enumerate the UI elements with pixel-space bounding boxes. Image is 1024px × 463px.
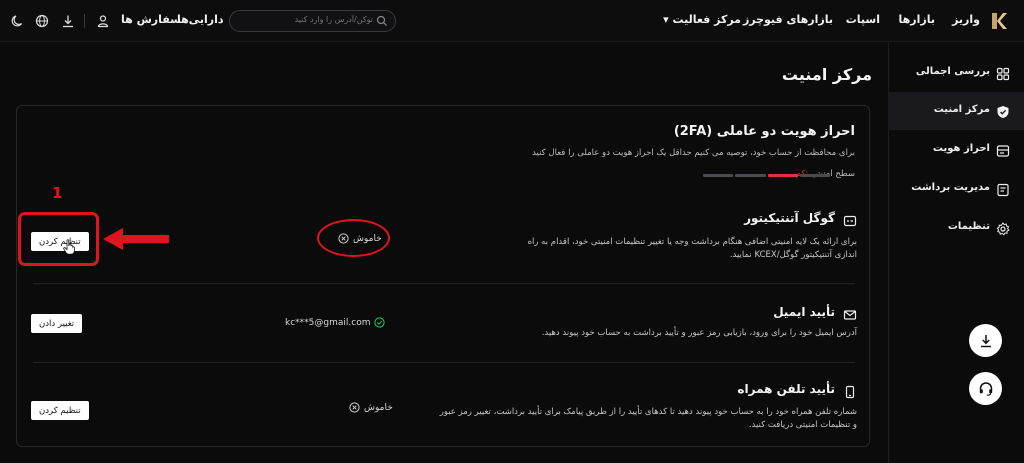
nav-deposit[interactable]: واریز xyxy=(952,13,980,26)
level-segment xyxy=(735,174,766,177)
row-divider xyxy=(33,283,855,284)
headset-icon xyxy=(979,381,992,396)
status-text: خاموش xyxy=(364,402,393,413)
sidebar-item-security[interactable]: مرکز امنیت xyxy=(888,92,1024,130)
nav-orders[interactable]: سفارش ها xyxy=(121,13,181,26)
row-description: برای ارائه یک لایه امنیتی اضافی هنگام بر… xyxy=(527,237,857,260)
support-chat-button[interactable] xyxy=(969,372,1002,405)
sidebar-item-label: احراز هویت xyxy=(932,143,990,154)
annotation-highlight-box xyxy=(18,212,99,266)
download-icon[interactable] xyxy=(61,13,75,28)
level-segment xyxy=(799,174,830,177)
sidebar-item-label: مدیریت برداشت xyxy=(911,182,990,193)
search-icon xyxy=(376,15,387,26)
nav-futures[interactable]: بازارهای فیوچرز xyxy=(743,13,833,26)
user-icon[interactable] xyxy=(96,13,110,28)
top-navbar: واریز بازارها اسپات بازارهای فیوچرز مرکز… xyxy=(0,0,1024,42)
moon-icon[interactable] xyxy=(11,13,25,27)
phone-icon xyxy=(843,384,857,399)
sidebar-item-withdraw[interactable]: مدیریت برداشت xyxy=(888,170,1024,208)
row-phone-verification: تأیید تلفن همراه شماره تلفن همراه خود را… xyxy=(31,382,857,437)
hand-cursor-icon xyxy=(63,239,75,255)
kcex-logo[interactable] xyxy=(988,10,1010,32)
sidebar-item-overview[interactable]: بررسی اجمالی xyxy=(888,54,1024,92)
annotation-arrow-icon xyxy=(103,228,169,250)
row-title: تأیید تلفن همراه xyxy=(737,382,835,396)
row-title: گوگل آتنتیکیتور xyxy=(744,211,835,225)
level-segment xyxy=(703,174,734,177)
status-off: خاموش xyxy=(349,402,393,413)
status-text: kc***5@gmail.com xyxy=(285,317,371,328)
annotation-highlight-oval xyxy=(317,219,390,257)
level-segment xyxy=(767,174,798,177)
search-placeholder: توکن/آدرس را وارد کنید xyxy=(294,15,373,24)
download-icon xyxy=(980,334,991,347)
row-divider xyxy=(33,362,855,363)
globe-icon[interactable] xyxy=(35,13,49,28)
search-box[interactable]: توکن/آدرس را وارد کنید xyxy=(229,10,396,32)
page-title: مرکز امنیت xyxy=(781,65,872,84)
row-title: تأیید ایمیل xyxy=(773,305,835,319)
security-level-bar xyxy=(703,174,830,177)
sidebar-item-label: تنظیمات xyxy=(947,221,990,232)
gear-icon xyxy=(996,221,1010,236)
off-circle-icon xyxy=(349,402,360,413)
shield-icon xyxy=(996,104,1010,118)
twofa-title: احراز هویت دو عاملی (2FA) xyxy=(673,124,855,139)
nav-spot[interactable]: اسپات xyxy=(846,13,880,26)
sidebar-item-identity[interactable]: احراز هویت xyxy=(888,131,1024,169)
twofa-subtitle: برای محافظت از حساب خود، توصیه می کنیم ح… xyxy=(532,148,855,158)
download-app-button[interactable] xyxy=(969,324,1002,357)
withdraw-icon xyxy=(996,182,1010,197)
nav-divider xyxy=(84,14,85,28)
authenticator-icon xyxy=(843,213,857,227)
sidebar: بررسی اجمالی مرکز امنیت احراز هویت مدیری… xyxy=(888,43,1024,463)
change-email-button[interactable]: تغییر دادن xyxy=(31,314,83,333)
sidebar-item-settings[interactable]: تنظیمات xyxy=(888,209,1024,247)
grid-icon xyxy=(996,66,1010,81)
setup-phone-button[interactable]: تنظیم کردن xyxy=(31,401,89,420)
annotation-number: 1 xyxy=(52,184,63,202)
row-email-verification: تأیید ایمیل آدرس ایمیل خود را برای ورود،… xyxy=(31,305,857,355)
sidebar-item-label: بررسی اجمالی xyxy=(915,66,990,77)
nav-assets[interactable]: دارایی‌ها xyxy=(177,13,224,26)
id-card-icon xyxy=(996,143,1010,157)
row-description: آدرس ایمیل خود را برای ورود، بازیابی رمز… xyxy=(541,328,857,338)
check-circle-icon xyxy=(374,317,386,328)
sidebar-item-label: مرکز امنیت xyxy=(933,104,990,115)
row-description: شماره تلفن همراه خود را به حساب خود پیون… xyxy=(439,407,857,430)
mail-icon xyxy=(843,307,857,321)
two-factor-card: احراز هویت دو عاملی (2FA) برای محافظت از… xyxy=(16,105,870,447)
status-email: kc***5@gmail.com xyxy=(285,317,386,328)
nav-activity-center[interactable]: مرکز فعالیت ▾ xyxy=(663,13,741,26)
nav-markets[interactable]: بازارها xyxy=(899,13,935,26)
